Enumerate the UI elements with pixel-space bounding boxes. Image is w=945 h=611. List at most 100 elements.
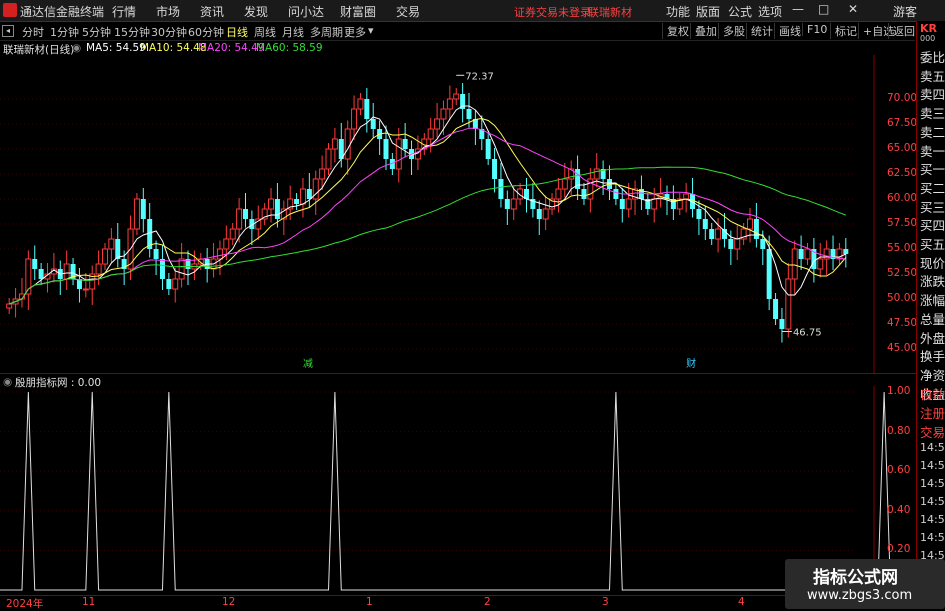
period-toolbar: ◂ 分时 1分钟 5分钟 15分钟 30分钟 60分钟 日线 周线 月线 多周期…	[0, 22, 915, 41]
draw-button[interactable]: 画线	[774, 23, 801, 39]
y-tick-label: 60.00	[887, 192, 918, 204]
candle-body	[466, 109, 472, 119]
quote-panel: KR 000 委比 卖五 卖四 卖三 卖二 卖一 买一 买二 买三 买四 买五 现价 涨跌 涨幅 总量 外盘换…	[916, 21, 945, 609]
login-notice[interactable]: 证券交易未登录	[514, 4, 591, 20]
minimize-icon[interactable]: —	[792, 2, 804, 16]
stats-button[interactable]: 统计	[746, 23, 773, 39]
candle-body	[434, 118, 441, 130]
candle-body	[319, 168, 326, 180]
candle-body	[728, 239, 734, 249]
menu-function[interactable]: 功能	[666, 3, 690, 20]
candle-body	[274, 199, 280, 219]
trade-tab[interactable]: 自动	[920, 384, 945, 403]
x-label: 11	[82, 596, 96, 608]
candle-body	[625, 198, 632, 210]
y-tick-label: 50.00	[887, 292, 918, 304]
candle-body	[715, 228, 722, 240]
y-tick-label: 0.80	[887, 424, 911, 437]
period-tab[interactable]: 月线	[282, 24, 304, 40]
candle-body	[651, 198, 658, 210]
period-tab-active[interactable]: 日线	[226, 24, 248, 40]
user-label[interactable]: 游客	[893, 3, 917, 20]
settings-icon[interactable]: ◉	[72, 42, 81, 54]
menu-trade[interactable]: 交易	[396, 3, 420, 20]
ma10-label: MA10: 54.48	[140, 42, 207, 54]
candle-body	[804, 248, 811, 260]
quote-field-label: 卖一	[920, 143, 945, 159]
candle-body	[440, 108, 447, 120]
period-tab[interactable]: 多周期	[310, 24, 343, 40]
quote-field-label: 买二	[920, 180, 945, 196]
candle-body	[242, 209, 248, 219]
period-tab[interactable]: 60分钟	[188, 24, 224, 40]
candle-body	[383, 139, 389, 159]
multi-stock-button[interactable]: 多股	[718, 23, 745, 39]
pane-divider	[0, 373, 916, 374]
menu-ask[interactable]: 问小达	[288, 3, 324, 20]
candle-body	[798, 249, 804, 259]
candle-body	[306, 189, 312, 199]
period-tab[interactable]: 1分钟	[50, 24, 79, 40]
x-label: 3	[602, 596, 609, 608]
mark-button[interactable]: 标记	[830, 23, 857, 39]
menu-options[interactable]: 选项	[758, 3, 782, 20]
more-tab[interactable]: 更多	[344, 24, 366, 40]
menu-quotes[interactable]: 行情	[112, 3, 136, 20]
y-tick-label: 62.50	[887, 167, 918, 179]
watermark: 指标公式网 www.zbgs3.com	[785, 559, 945, 609]
close-icon[interactable]: ✕	[848, 2, 858, 16]
back-button[interactable]: 返回	[888, 23, 915, 39]
candle-body	[702, 219, 708, 229]
period-tab[interactable]: 15分钟	[114, 24, 150, 40]
period-tab[interactable]: 30分钟	[151, 24, 187, 40]
quote-field-label: 换手	[920, 349, 945, 365]
candlestick-chart[interactable]: 72.37 46.75 减 财	[0, 55, 916, 373]
menu-layout[interactable]: 版面	[696, 3, 720, 20]
menu-formula[interactable]: 公式	[728, 3, 752, 20]
low-label: 46.75	[793, 328, 822, 339]
candle-body	[760, 239, 766, 249]
period-tab[interactable]: 周线	[254, 24, 276, 40]
menu-bar: 通达信金融终端 行情 市场 资讯 发现 问小达 财富圈 交易 证券交易未登录 联…	[0, 0, 945, 22]
menu-wealth[interactable]: 财富圈	[340, 3, 376, 20]
candle-body	[753, 219, 759, 239]
candle-body	[153, 249, 159, 259]
candle-body	[536, 209, 542, 219]
quote-field-label: 卖二	[920, 124, 945, 140]
adjust-button[interactable]: 复权	[662, 23, 689, 39]
tick-time: 14:55	[920, 495, 945, 508]
tick-time: 14:55	[920, 459, 945, 472]
collapse-icon[interactable]: ◂	[2, 25, 14, 37]
ma5-label: MA5: 54.59	[86, 42, 146, 54]
dropdown-icon[interactable]: ▾	[368, 24, 374, 37]
quote-field-label: 买一	[920, 162, 945, 178]
candle-body	[581, 189, 587, 199]
app-logo-icon	[3, 3, 17, 17]
candle-body	[593, 168, 600, 180]
candle-body	[791, 248, 798, 280]
menu-market[interactable]: 市场	[156, 3, 180, 20]
quote-field-label: 买四	[920, 218, 945, 234]
event-marker: 财	[686, 357, 696, 370]
period-tab[interactable]: 分时	[22, 24, 44, 40]
overlay-button[interactable]: 叠加	[690, 23, 717, 39]
indicator-chart[interactable]	[0, 386, 916, 596]
f10-button[interactable]: F10	[802, 23, 827, 36]
trade-tab[interactable]: 交易	[920, 422, 945, 441]
period-tab[interactable]: 5分钟	[82, 24, 111, 40]
menu-discover[interactable]: 发现	[244, 3, 268, 20]
quote-field-label: 卖四	[920, 87, 945, 103]
maximize-icon[interactable]: □	[818, 2, 829, 16]
candle-body	[95, 263, 102, 275]
trade-tab[interactable]: 注册	[920, 403, 945, 422]
candle-body	[843, 249, 849, 254]
stock-link[interactable]: 联瑞新材	[588, 4, 632, 20]
candle-body	[82, 288, 89, 291]
candle-body	[683, 193, 690, 200]
menu-news[interactable]: 资讯	[200, 3, 224, 20]
candle-body	[446, 98, 453, 110]
candle-body	[344, 128, 351, 160]
y-tick-label: 57.50	[887, 217, 918, 229]
y-tick-label: 47.50	[887, 317, 918, 329]
x-label: 4	[738, 596, 745, 608]
